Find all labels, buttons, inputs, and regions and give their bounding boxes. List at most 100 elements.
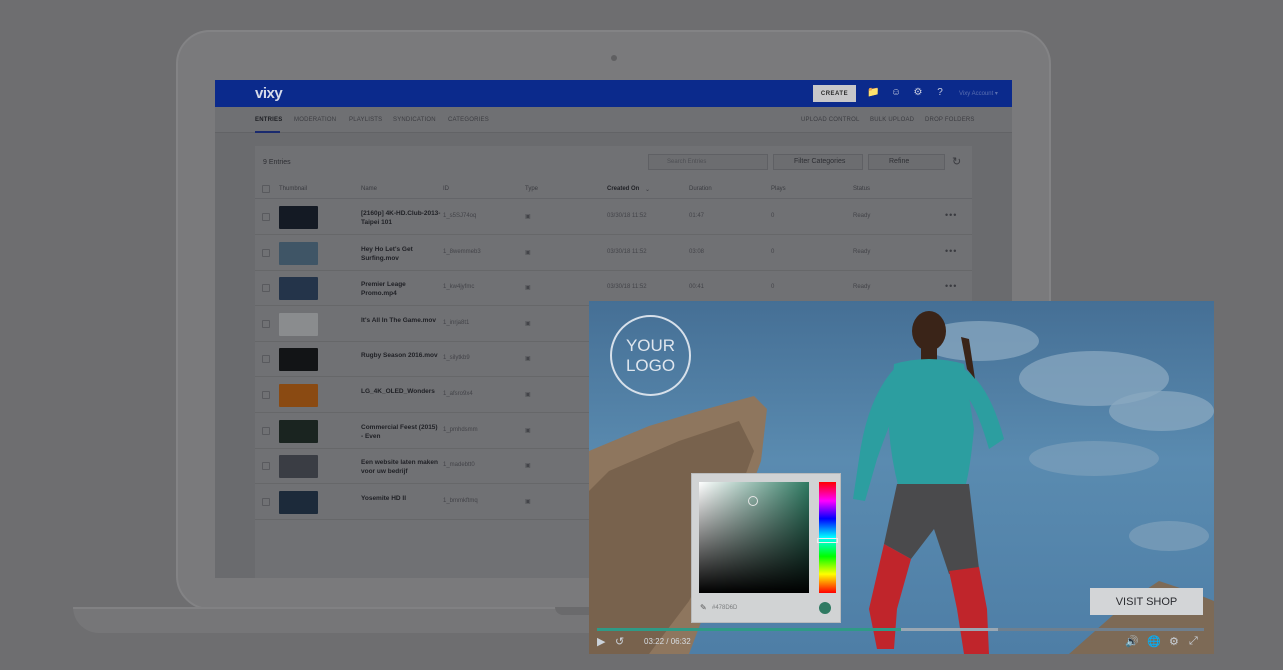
cell-name[interactable]: It's All In The Game.mov (361, 316, 441, 325)
entries-count: 9 Entries (263, 159, 291, 166)
brand-logo[interactable]: vixy (255, 85, 283, 102)
tab-moderation[interactable]: MODERATION (294, 117, 336, 123)
cell-created-on: 03/30/18 11:52 (607, 248, 647, 255)
cell-type: ▣ (525, 356, 531, 363)
cell-name[interactable]: Een website laten maken voor uw bedrijf (361, 458, 441, 476)
tab-playlists[interactable]: PLAYLISTS (349, 117, 382, 123)
top-bar: vixy CREATE 📁 ☺ ⚙ ? Vixy Account ▾ (215, 80, 1012, 107)
row-checkbox[interactable] (262, 213, 270, 221)
progress-fill (597, 628, 901, 631)
row-thumbnail[interactable] (279, 384, 318, 407)
row-thumbnail[interactable] (279, 206, 318, 229)
filter-categories-dropdown[interactable]: Filter Categories (773, 154, 863, 170)
cell-plays: 0 (771, 248, 775, 255)
col-type[interactable]: Type (525, 186, 538, 192)
cell-type: ▣ (525, 427, 531, 434)
fullscreen-icon[interactable]: ⤢ (1189, 635, 1198, 648)
hue-slider-handle[interactable] (817, 538, 838, 543)
table-row[interactable]: [2160p] 4K-HD.Club-2013-Taipei 101 1_s5SJ… (255, 199, 972, 235)
cell-name[interactable]: [2160p] 4K-HD.Club-2013-Taipei 101 (361, 209, 441, 227)
cell-type: ▣ (525, 320, 531, 327)
create-button[interactable]: CREATE (813, 85, 856, 102)
tab-categories[interactable]: CATEGORIES (448, 117, 489, 123)
row-checkbox[interactable] (262, 462, 270, 471)
cell-type: ▣ (525, 392, 531, 398)
select-all-checkbox[interactable] (262, 185, 270, 193)
color-picker-handle[interactable] (748, 496, 758, 506)
hex-value[interactable]: #478D6D (712, 605, 737, 611)
col-name[interactable]: Name (361, 186, 377, 192)
col-status[interactable]: Status (853, 186, 870, 192)
col-plays[interactable]: Plays (771, 186, 786, 192)
visit-shop-button[interactable]: VISIT SHOP (1090, 588, 1203, 615)
cell-id: 1_silytkb9 (443, 355, 470, 362)
row-checkbox[interactable] (262, 248, 270, 257)
gear-icon[interactable]: ⚙ (912, 87, 924, 99)
logo-line-2: LOGO (625, 356, 676, 375)
row-thumbnail[interactable] (279, 348, 318, 372)
cell-name[interactable]: LG_4K_OLED_Wonders (361, 387, 441, 396)
color-picker[interactable]: ✎ #478D6D (691, 473, 841, 623)
refresh-icon[interactable]: ↻ (952, 155, 961, 168)
col-duration[interactable]: Duration (689, 186, 712, 192)
cell-duration: 03:08 (689, 248, 705, 255)
cell-name[interactable]: Hey Ho Let's Get Surfing.mov (361, 245, 441, 263)
laptop-camera (611, 55, 617, 61)
row-actions-icon[interactable]: ••• (945, 210, 957, 220)
col-id[interactable]: ID (443, 186, 449, 192)
user-menu[interactable]: Vixy Account ▾ (959, 90, 998, 97)
row-checkbox[interactable] (262, 284, 270, 293)
row-checkbox[interactable] (262, 426, 270, 435)
eyedropper-icon[interactable]: ✎ (700, 603, 707, 612)
settings-icon[interactable]: ⚙ (1169, 635, 1179, 648)
row-checkbox[interactable] (262, 497, 270, 506)
cell-name[interactable]: Yosemite HD II (361, 494, 441, 503)
col-created-on[interactable]: Created On (607, 186, 639, 192)
row-actions-icon[interactable]: ••• (945, 281, 957, 291)
cell-status: Ready (853, 248, 871, 255)
cell-created-on: 03/30/18 11:52 (607, 213, 647, 219)
globe-icon[interactable]: 🌐 (1147, 635, 1161, 648)
cell-name[interactable]: Rugby Season 2016.mov (361, 351, 441, 360)
sort-chevron-icon[interactable]: ⌄ (645, 186, 650, 193)
row-checkbox[interactable] (262, 319, 270, 328)
time-readout: 03:22 / 06:32 (644, 637, 691, 646)
row-actions-icon[interactable]: ••• (945, 246, 957, 256)
tab-drop-folders[interactable]: DROP FOLDERS (925, 117, 975, 123)
cell-name[interactable]: Commercial Feest (2015) - Even (361, 423, 441, 441)
table-header: Thumbnail Name ID Type Created On ⌄ Dura… (255, 180, 972, 199)
folder-icon[interactable]: 📁 (867, 87, 879, 99)
row-thumbnail[interactable] (279, 277, 318, 301)
table-row[interactable]: Hey Ho Let's Get Surfing.mov 1_8wemmeb3 ▣ 0… (255, 235, 972, 271)
row-thumbnail[interactable] (279, 419, 318, 443)
cell-duration: 00:41 (689, 284, 705, 291)
help-icon[interactable]: ? (934, 87, 946, 99)
tab-upload-control[interactable]: UPLOAD CONTROL (801, 117, 859, 123)
video-player[interactable]: YOUR LOGO ✎ #478D6D VISIT SHOP ▶ ↺ 03:22… (589, 301, 1214, 654)
cell-name[interactable]: Premier Leage Promo.mp4 (361, 280, 441, 298)
cell-id: 1_pmhdsmm (443, 426, 478, 433)
refine-dropdown[interactable]: Refine (868, 154, 945, 170)
sub-navigation: ENTRIES MODERATION PLAYLISTS SYNDICATION… (215, 107, 1012, 133)
user-icon[interactable]: ☺ (890, 87, 902, 99)
cell-id: 1_afsro9x4 (443, 391, 473, 397)
cell-id: 1_s5SJ74oq (443, 213, 477, 219)
replay-icon[interactable]: ↺ (615, 635, 624, 648)
row-thumbnail[interactable] (279, 490, 318, 514)
cell-id: 1_bmmkftmq (443, 497, 478, 504)
color-swatch (819, 602, 831, 614)
tab-bulk-upload[interactable]: BULK UPLOAD (870, 117, 914, 123)
row-checkbox[interactable] (262, 391, 270, 399)
tab-syndication[interactable]: SYNDICATION (393, 117, 436, 123)
active-tab-indicator (255, 131, 280, 133)
play-icon[interactable]: ▶ (597, 635, 605, 648)
tab-entries[interactable]: ENTRIES (255, 117, 282, 123)
search-input[interactable]: Search Entries (648, 154, 768, 170)
row-checkbox[interactable] (262, 355, 270, 364)
row-thumbnail[interactable] (279, 455, 318, 479)
row-thumbnail[interactable] (279, 312, 318, 336)
row-thumbnail[interactable] (279, 241, 318, 265)
stage: vixy CREATE 📁 ☺ ⚙ ? Vixy Account ▾ ENTRI… (0, 0, 1283, 670)
volume-icon[interactable]: 🔊 (1125, 635, 1139, 648)
cell-status: Ready (853, 284, 871, 291)
